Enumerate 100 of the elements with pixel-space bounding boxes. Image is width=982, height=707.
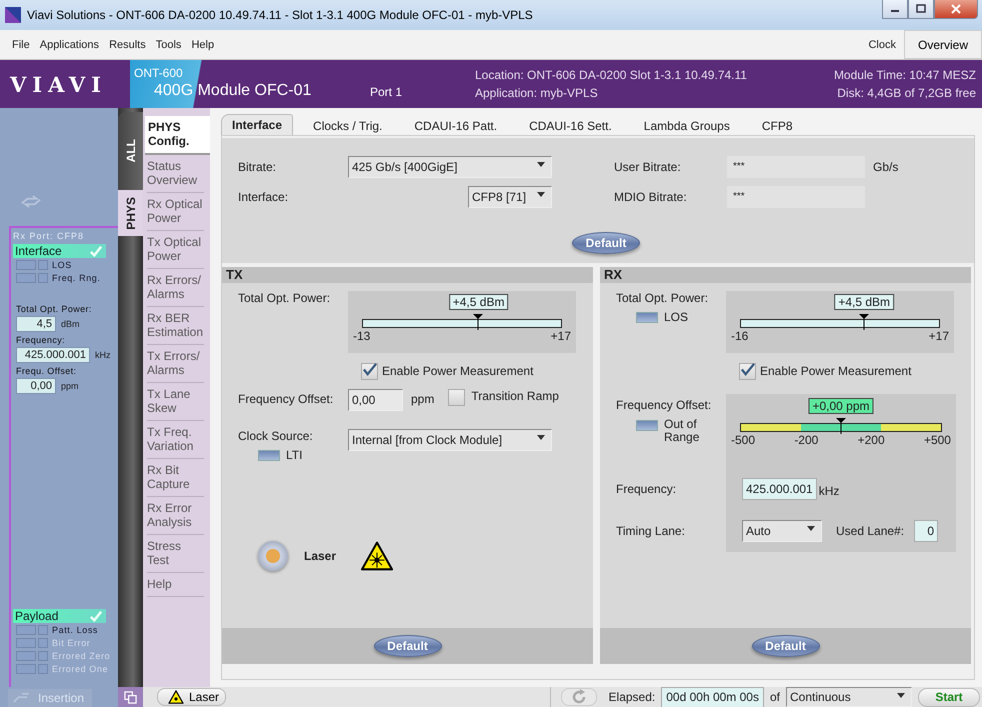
close-button[interactable] <box>934 0 978 19</box>
nav-item[interactable]: Stress Test <box>147 535 204 573</box>
led-label: Out of Range <box>664 418 700 444</box>
module-name: 400G Module OFC-01 <box>153 82 312 100</box>
offset-reading: +0,00 ppm <box>808 398 874 414</box>
nav-item[interactable]: Help <box>147 573 204 597</box>
nav-item[interactable]: Rx BER Estimation <box>147 307 204 345</box>
checkbox[interactable] <box>361 362 378 380</box>
field-label: Frequency: <box>16 335 66 345</box>
dropdown-icon <box>807 526 815 530</box>
field-label: Timing Lane: <box>616 524 685 538</box>
menu-item[interactable]: Results <box>109 38 146 50</box>
nav-item[interactable]: Rx Error Analysis <box>147 497 204 535</box>
status-bar: Payload <box>13 609 106 623</box>
port-label: Port 1 <box>369 85 404 101</box>
alarm-label: LOS <box>52 260 72 270</box>
field-label: Total Opt. Power: <box>238 291 332 307</box>
scale-label: +200 <box>858 433 885 447</box>
field-label: Frequency Offset: <box>238 392 334 406</box>
input-field[interactable]: 0,00 <box>348 389 403 411</box>
warning-icon <box>168 690 184 704</box>
menu-item[interactable]: Help <box>191 38 214 50</box>
value-field: 425.000.001 <box>16 347 90 363</box>
overview-button[interactable]: Overview <box>904 30 982 59</box>
menu-item[interactable]: Applications <box>40 38 100 50</box>
unit-label: dBm <box>61 319 80 329</box>
windows-icon[interactable] <box>124 690 137 704</box>
nav-item[interactable]: Tx Optical Power <box>147 231 204 269</box>
tab[interactable]: CFP8 <box>746 117 809 135</box>
default-button[interactable]: Default <box>752 635 820 657</box>
nav-item[interactable]: Status Overview <box>147 155 204 193</box>
application-text: Application: myb-VPLS <box>475 86 599 100</box>
unit-label: Gb/s <box>872 160 900 174</box>
checkbox-label: Enable Power Measurement <box>760 364 912 378</box>
alarm-label: Freq. Rng. <box>52 272 101 282</box>
interface-dropdown[interactable]: CFP8 [71] <box>468 186 552 208</box>
default-button[interactable]: Default <box>374 635 442 657</box>
section-header: RX <box>600 267 971 283</box>
tab[interactable]: CDAUI-16 Sett. <box>513 117 628 135</box>
check-icon <box>89 610 103 622</box>
nav-item[interactable]: Rx Optical Power <box>147 193 204 231</box>
vertical-tab[interactable]: PHYS <box>118 190 143 236</box>
elapsed-field: 00d 00h 00m 00s <box>661 686 764 707</box>
nav-item[interactable]: Rx Errors/ Alarms <box>147 269 204 307</box>
tab[interactable]: Lambda Groups <box>628 117 746 135</box>
field-label: MDIO Bitrate: <box>614 190 688 204</box>
scale-label: +17 <box>550 329 571 343</box>
section-header: TX <box>222 267 593 283</box>
nav-item[interactable]: Rx Bit Capture <box>147 459 204 497</box>
checkbox[interactable] <box>739 362 756 380</box>
field-label: Used Lane#: <box>836 524 904 538</box>
start-button[interactable]: Start <box>918 688 980 706</box>
timing-lane-dropdown[interactable]: Auto <box>742 520 822 542</box>
clock-label[interactable]: Clock <box>868 38 896 50</box>
laser-warning-icon <box>360 541 394 571</box>
vertical-tab[interactable]: ALL <box>118 112 143 190</box>
check-icon <box>89 245 103 257</box>
clock-source-dropdown[interactable]: Internal [from Clock Module] <box>348 429 552 451</box>
value-field: 0,00 <box>16 378 56 394</box>
refresh-icon <box>570 689 587 705</box>
dropdown-icon <box>537 192 545 197</box>
tab[interactable]: CDAUI-16 Patt. <box>398 117 514 135</box>
bitrate-dropdown[interactable]: 425 Gb/s [400GigE] <box>348 156 552 178</box>
field-label: User Bitrate: <box>614 160 682 174</box>
minimize-button[interactable] <box>882 0 908 19</box>
checkbox-label: Enable Power Measurement <box>382 364 534 378</box>
default-button[interactable]: Default <box>572 232 640 254</box>
maximize-icon <box>916 4 926 14</box>
alarm-label: Bit Error <box>52 638 90 648</box>
scale-label: -16 <box>731 329 748 343</box>
tab[interactable]: Clocks / Trig. <box>297 117 398 135</box>
field-label: Bitrate: <box>238 160 278 174</box>
nav-item[interactable]: Tx Lane Skew <box>147 383 204 421</box>
tab[interactable]: Interface <box>221 114 294 135</box>
mode-dropdown[interactable]: Continuous <box>786 687 912 707</box>
maximize-button[interactable] <box>908 0 934 19</box>
unit-label: kHz <box>95 350 110 360</box>
power-reading: +4,5 dBm <box>834 294 894 310</box>
dropdown-icon <box>537 162 545 167</box>
field-label: Total Opt. Power: <box>616 291 710 305</box>
nav-item[interactable]: Tx Errors/ Alarms <box>147 345 204 383</box>
unit-label: kHz <box>818 484 840 498</box>
menu-item[interactable]: File <box>12 38 30 50</box>
led-label: LOS <box>664 310 688 324</box>
logo: VIAVI <box>8 70 108 98</box>
dropdown-icon <box>537 435 545 440</box>
disk-usage: Disk: 4,4GB of 7,2GB free <box>837 86 976 100</box>
laser-button[interactable]: Laser <box>157 688 226 706</box>
product-name: ONT-600 <box>134 66 184 80</box>
nav-item[interactable]: PHYS Config. <box>145 116 210 155</box>
value-field: 425.000.001 <box>742 478 817 500</box>
power-reading: +4,5 dBm <box>448 294 508 310</box>
nav-item[interactable]: Tx Freq. Variation <box>147 421 204 459</box>
value-field: 4,5 <box>16 316 56 332</box>
checkbox[interactable] <box>448 389 466 406</box>
window-title: Viavi Solutions - ONT-606 DA-0200 10.49.74.11 - Slot 1-3.1 400G Module OFC-01 - myb-VPLS <box>27 8 533 22</box>
checkbox-label: Transition Ramp <box>471 389 559 403</box>
menu-item[interactable]: Tools <box>156 38 182 50</box>
scale-label: -200 <box>794 433 818 447</box>
unit-label: ppm <box>61 381 79 391</box>
